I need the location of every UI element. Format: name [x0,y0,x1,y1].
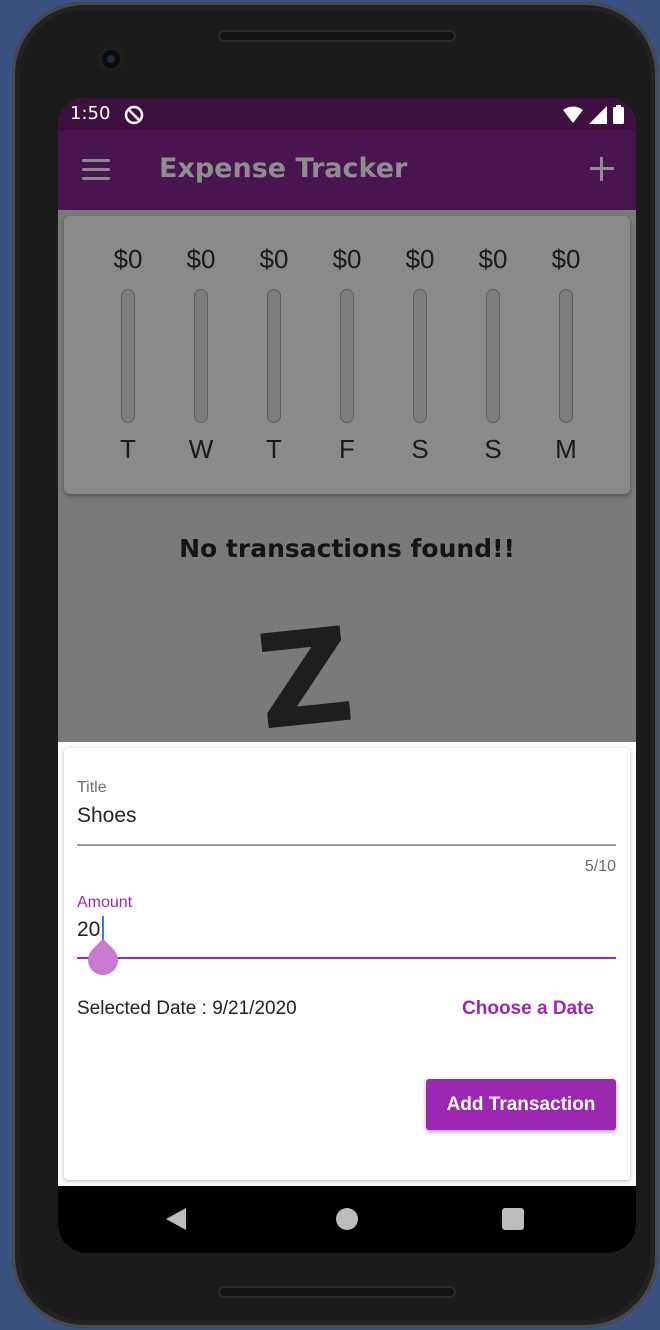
chart-bar-amount: $0 [113,244,143,274]
title-input-underline [77,844,616,846]
chart-bar-column: $0 W [171,216,231,494]
chart-bar-column: $0 S [463,216,523,494]
text-selection-handle[interactable] [81,938,125,982]
chart-bar-track [121,289,135,423]
chart-bar-amount: $0 [259,244,289,274]
chart-bar-column: $0 T [98,216,158,494]
add-transaction-plus-icon[interactable] [590,157,614,181]
chart-bar-track [413,289,427,423]
chart-bar-amount: $0 [551,244,581,274]
chart-bar-amount: $0 [186,244,216,274]
app-bar: Expense Tracker [58,131,636,210]
chart-bar-amount: $0 [478,244,508,274]
front-camera [98,46,124,72]
chart-bar-amount: $0 [405,244,435,274]
chart-bar-day-label: T [120,434,136,464]
chart-bar-column: $0 M [536,216,596,494]
chart-bar-track [194,289,208,423]
back-icon[interactable] [166,1208,186,1230]
chart-bar-track [340,289,354,423]
phone-frame: 1:50 Expense Tracker $0 T $0 W $0 T $0 F… [12,2,658,1328]
earpiece-speaker [218,30,456,42]
chart-bar-day-label: S [484,434,502,464]
chart-bar-day-label: F [339,434,355,464]
add-transaction-button[interactable]: Add Transaction [426,1079,616,1130]
chart-bar-amount: $0 [332,244,362,274]
chart-bar-track [267,289,281,423]
bottom-speaker [218,1286,456,1298]
status-bar: 1:50 [58,98,636,131]
title-char-counter: 5/10 [584,858,616,875]
title-field-label: Title [77,779,107,796]
choose-date-button[interactable]: Choose a Date [462,998,594,1020]
chart-bar-day-label: M [555,434,577,464]
device-screen: 1:50 Expense Tracker $0 T $0 W $0 T $0 F… [58,98,636,1253]
status-icons [563,105,624,124]
selected-date-text: Selected Date : 9/21/2020 [77,998,297,1019]
do-not-disturb-icon [124,105,144,125]
chart-bar-day-label: T [266,434,282,464]
amount-field-label: Amount [77,894,133,911]
chart-bar-day-label: W [188,434,214,464]
app-title: Expense Tracker [159,153,408,184]
text-cursor [102,916,104,940]
chart-bar-track [559,289,573,423]
weekly-chart-card: $0 T $0 W $0 T $0 F $0 S $0 S $0 M [64,216,630,494]
signal-icon [589,105,607,124]
menu-icon[interactable] [82,159,110,183]
system-nav-bar [58,1186,636,1253]
new-transaction-sheet: Title Shoes 5/10 Amount 20 Selected Date… [58,742,636,1186]
wifi-icon [563,106,583,123]
chart-bar-day-label: S [411,434,429,464]
amount-input[interactable]: 20 [77,918,100,942]
chart-bar-column: $0 S [390,216,450,494]
chart-bar-column: $0 T [244,216,304,494]
chart-bar-track [486,289,500,423]
chart-bar-column: $0 F [317,216,377,494]
title-input[interactable]: Shoes [77,804,137,828]
status-time: 1:50 [70,103,111,124]
amount-input-underline [77,957,616,959]
recents-icon[interactable] [502,1208,524,1230]
empty-transactions-message: No transactions found!! [179,534,515,563]
battery-icon [613,105,624,124]
home-icon[interactable] [336,1208,358,1230]
new-transaction-form: Title Shoes 5/10 Amount 20 Selected Date… [64,748,630,1180]
sleeping-z-image: Z [250,598,360,760]
